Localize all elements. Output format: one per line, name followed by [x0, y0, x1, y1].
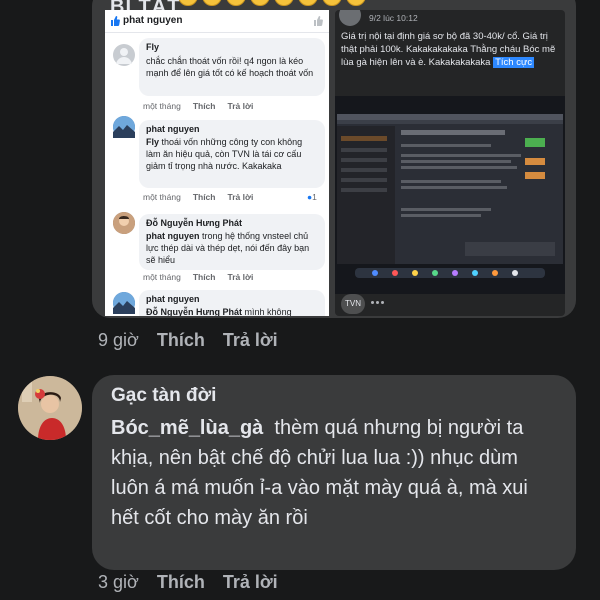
mountain-photo-icon — [113, 116, 135, 138]
more-options-icon[interactable] — [371, 301, 391, 307]
comment-author[interactable]: Fly — [146, 42, 159, 52]
comment-meta: một tháng Thích Trả lời — [143, 272, 253, 282]
like-link[interactable]: Thích — [157, 330, 205, 350]
comment-author[interactable]: Đỗ Nguyễn Hưng Phát — [146, 218, 242, 228]
comment-body: mình không — [244, 307, 292, 316]
avatar[interactable] — [113, 292, 135, 314]
comment-time: 9 giờ — [98, 330, 139, 350]
like-outline-icon — [314, 16, 323, 26]
avatar[interactable] — [113, 44, 135, 66]
reply-link[interactable]: Trả lời — [227, 272, 253, 282]
screenshot-header: phat nguyen — [105, 10, 329, 33]
tag-positive[interactable]: Tích cực — [493, 57, 535, 68]
post-time: 9/2 lúc 10:12 — [369, 13, 418, 23]
reaction-count[interactable]: ●1 — [307, 192, 317, 202]
like-link[interactable]: Thích — [193, 192, 216, 202]
laughing-emoji-icon — [346, 0, 366, 6]
main-comment-actions: 3 giờ Thích Trả lời — [98, 572, 278, 593]
mention[interactable]: Đỗ Nguyễn Hưng Phát — [146, 307, 242, 316]
embedded-screenshot-left[interactable]: phat nguyen Fly chắc chắn thoát vốn rồi!… — [105, 10, 329, 316]
embedded-photo[interactable] — [335, 96, 565, 294]
avatar[interactable] — [113, 116, 135, 138]
mention[interactable]: phat nguyen — [146, 231, 200, 241]
reply-link[interactable]: Trả lời — [223, 330, 278, 350]
reply-link[interactable]: Trả lời — [227, 101, 253, 111]
comment-text: chắc chắn thoát vốn rồi! q4 ngon là kéo … — [146, 56, 314, 78]
comment-text: phat nguyen trong hệ thống vnsteel chủ l… — [146, 230, 318, 266]
comment-body: thoái vốn những công ty con không làm ăn… — [146, 137, 303, 171]
default-avatar-icon — [116, 48, 132, 64]
emoji-row — [178, 0, 370, 6]
reply-link[interactable]: Trả lời — [223, 572, 278, 592]
mention-link[interactable]: Bóc_mẽ_lùa_gà — [111, 417, 263, 439]
commenter-avatar[interactable] — [18, 376, 82, 440]
mountain-photo-icon — [113, 292, 135, 314]
comment-author[interactable]: phat nguyen — [146, 294, 200, 304]
user-photo-icon — [18, 376, 82, 440]
comment-time: 3 giờ — [98, 572, 139, 592]
page-avatar[interactable]: TVN — [341, 294, 365, 314]
like-link[interactable]: Thích — [157, 572, 205, 592]
person-photo-icon — [113, 212, 135, 234]
like-link[interactable]: Thích — [193, 101, 216, 111]
laughing-emoji-icon — [178, 0, 198, 6]
comment-meta: một tháng Thích Trả lời — [143, 101, 253, 111]
comment-meta: một tháng Thích Trả lời — [143, 192, 253, 202]
laughing-emoji-icon — [274, 0, 294, 6]
post-text: Giá trị nội tại định giá sơ bộ đã 30-40k… — [341, 31, 556, 68]
laughing-emoji-icon — [250, 0, 270, 6]
main-comment-text: Bóc_mẽ_lùa_gà thèm quá nhưng bị người ta… — [111, 413, 559, 533]
avatar — [339, 10, 361, 26]
comment-text: Đỗ Nguyễn Hưng Phát mình không — [146, 306, 318, 316]
laughing-emoji-icon — [202, 0, 222, 6]
like-icon — [111, 16, 120, 26]
embedded-screenshot-right[interactable]: 9/2 lúc 10:12 Giá trị nội tại định giá s… — [335, 10, 565, 316]
like-link[interactable]: Thích — [193, 272, 216, 282]
laughing-emoji-icon — [226, 0, 246, 6]
avatar[interactable] — [113, 212, 135, 234]
laughing-emoji-icon — [322, 0, 342, 6]
comment-text: Fly thoái vốn những công ty con không là… — [146, 136, 318, 172]
header-name: phat nguyen — [123, 15, 183, 26]
comment-time: một tháng — [143, 272, 181, 282]
laughing-emoji-icon — [298, 0, 318, 6]
comment-author[interactable]: phat nguyen — [146, 124, 200, 134]
reply-link[interactable]: Trả lời — [227, 192, 253, 202]
mention[interactable]: Fly — [146, 137, 159, 147]
top-comment-actions: 9 giờ Thích Trả lời — [98, 330, 278, 351]
comment-time: một tháng — [143, 192, 181, 202]
commenter-name[interactable]: Gạc tàn đời — [111, 385, 216, 407]
monitor-photo-icon — [335, 96, 565, 294]
comment-time: một tháng — [143, 101, 181, 111]
